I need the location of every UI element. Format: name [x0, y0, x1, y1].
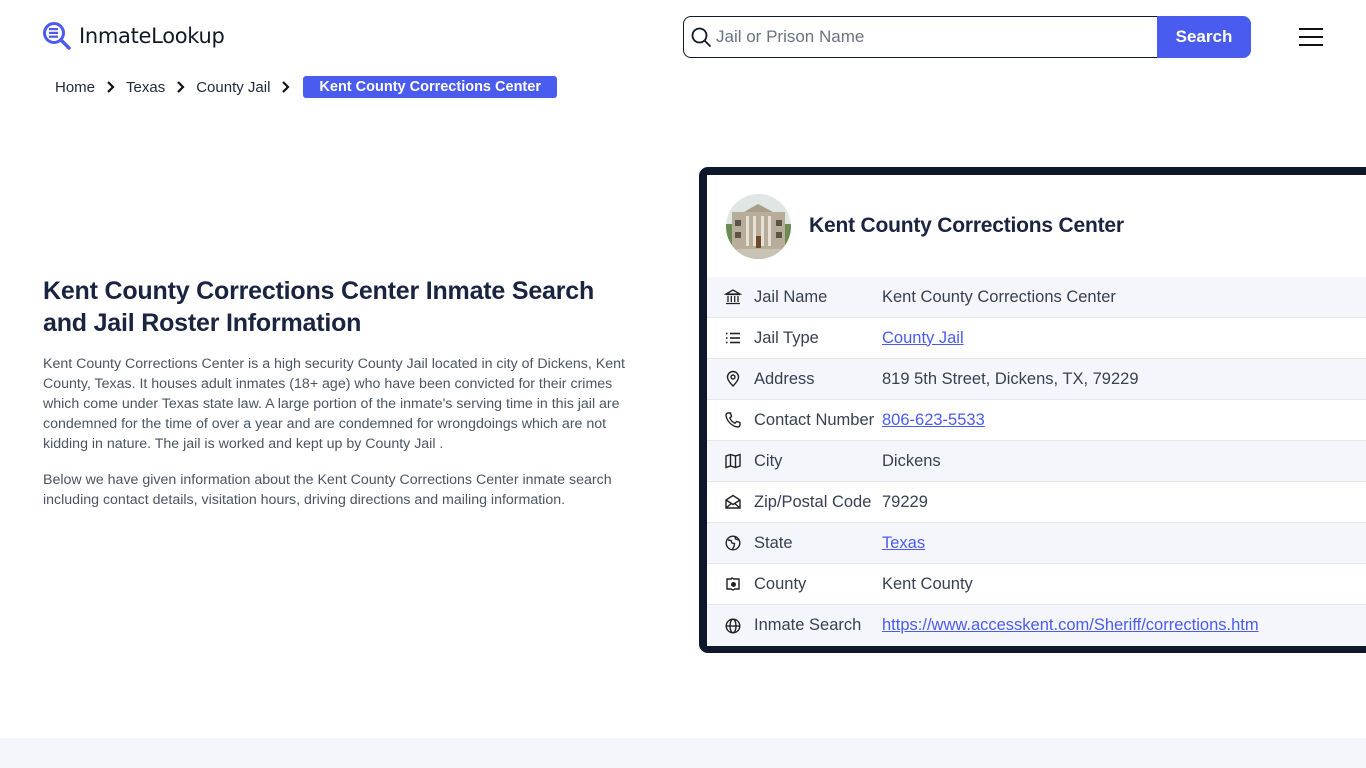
row-value: 819 5th Street, Dickens, TX, 79229 — [882, 369, 1139, 388]
info-row-contact: Contact Number 806-623-5533 — [707, 400, 1366, 441]
info-row-address: Address 819 5th Street, Dickens, TX, 792… — [707, 359, 1366, 400]
card-title: Kent County Corrections Center — [809, 214, 1124, 237]
breadcrumb-texas[interactable]: Texas — [126, 79, 165, 96]
globe-icon — [724, 617, 742, 635]
info-row-state: State Texas — [707, 523, 1366, 564]
map-icon — [724, 452, 742, 470]
description-paragraph: Below we have given information about th… — [43, 472, 612, 508]
page-title: Kent County Corrections Center Inmate Se… — [43, 277, 595, 337]
row-value: Dickens — [882, 451, 941, 470]
bank-building-icon — [724, 288, 742, 306]
row-label: City — [754, 451, 783, 470]
breadcrumb-home[interactable]: Home — [55, 79, 95, 96]
search-button[interactable]: Search — [1157, 16, 1251, 58]
hamburger-menu-icon[interactable] — [1297, 25, 1325, 49]
row-value: Kent County Corrections Center — [882, 287, 1116, 306]
search-input[interactable] — [716, 27, 1136, 47]
description-paragraph: Kent County Corrections Center is a high… — [43, 356, 625, 452]
info-row-inmate-search: Inmate Search https://www.accesskent.com… — [707, 605, 1366, 646]
phone-link[interactable]: 806-623-5533 — [882, 411, 985, 430]
row-label: Jail Name — [754, 287, 828, 306]
site-header: InmateLookup Search — [0, 0, 1366, 72]
chevron-right-icon — [104, 80, 118, 94]
row-value: Kent County — [882, 574, 973, 593]
search-field — [683, 16, 1157, 58]
jail-type-link[interactable]: County Jail — [882, 329, 964, 348]
info-row-jail-type: Jail Type County Jail — [707, 318, 1366, 359]
chevron-right-icon — [174, 80, 188, 94]
phone-icon — [724, 411, 742, 429]
info-table: Jail Name Kent County Corrections Center… — [707, 277, 1366, 646]
search-icon — [690, 26, 712, 48]
logo-text: InmateLookup — [79, 24, 225, 48]
jail-info-card: Kent County Corrections Center Jail Name… — [699, 167, 1366, 653]
card-header: Kent County Corrections Center — [707, 175, 1366, 277]
breadcrumb-current: Kent County Corrections Center — [303, 76, 557, 98]
row-label: Zip/Postal Code — [754, 492, 872, 511]
info-row-city: City Dickens — [707, 441, 1366, 482]
logo[interactable]: InmateLookup — [42, 22, 225, 50]
row-label: Contact Number — [754, 410, 875, 429]
row-value: 79229 — [882, 492, 928, 511]
list-icon — [724, 329, 742, 347]
inmate-search-link[interactable]: https://www.accesskent.com/Sheriff/corre… — [882, 616, 1259, 635]
row-label: Inmate Search — [754, 616, 862, 634]
county-map-icon — [724, 575, 742, 593]
breadcrumb: Home Texas County Jail Kent County Corre… — [55, 76, 557, 98]
row-label: County — [754, 574, 807, 593]
info-row-zip: Zip/Postal Code 79229 — [707, 482, 1366, 523]
row-label: Address — [754, 369, 815, 388]
state-link[interactable]: Texas — [882, 534, 925, 553]
globe-americas-icon — [724, 534, 742, 552]
row-label: State — [754, 533, 793, 552]
mail-open-icon — [724, 493, 742, 511]
info-row-jail-name: Jail Name Kent County Corrections Center — [707, 277, 1366, 318]
search-bar: Search — [683, 16, 1251, 58]
chevron-right-icon — [279, 80, 293, 94]
magnifier-logo-icon — [42, 21, 72, 51]
map-pin-icon — [724, 370, 742, 388]
facility-photo — [726, 193, 791, 259]
breadcrumb-county-jail[interactable]: County Jail — [196, 79, 270, 96]
info-row-county: County Kent County — [707, 564, 1366, 605]
footer-band — [0, 738, 1366, 768]
row-label: Jail Type — [754, 328, 819, 347]
